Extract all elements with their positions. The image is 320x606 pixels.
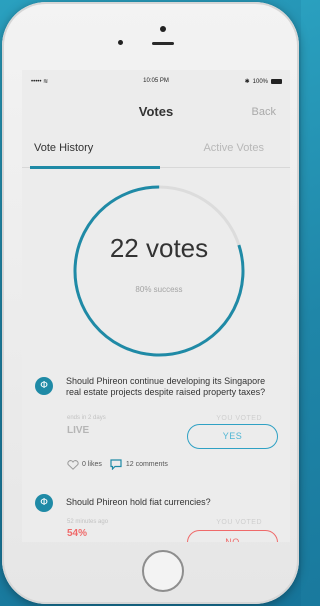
total-votes-label: 22 votes [109,233,209,263]
vote-status: LIVE [67,425,90,436]
tab-bar: Vote History Active Votes [22,132,290,169]
success-gauge [73,185,245,357]
vote-status: 54% [67,528,88,539]
gauge-progress-arc [73,185,245,357]
vote-social-row: 0 likes 12 comments [67,459,168,470]
vote-question: Should Phireon hold fiat currencies? [66,497,211,507]
navigation-bar: Votes Back [22,100,290,128]
success-rate-label: 80% success [135,285,183,294]
front-camera-dot [160,26,166,32]
home-button[interactable] [142,550,184,592]
battery-percent: 100% [252,78,268,85]
phireon-logo-icon: Φ [35,494,53,512]
vote-time: 52 minutes ago [67,519,109,525]
battery-status: ✱ 100% [245,78,282,85]
earpiece-speaker [152,42,174,45]
yes-vote-button[interactable]: YES [187,424,278,449]
phone-frame: ••••• ≋ 10:05 PM ✱ 100% Votes Back Vote … [2,2,299,604]
you-voted-label: YOU VOTED [216,519,262,526]
tab-selected-indicator [30,166,160,169]
vote-time: ends in 2 days [67,415,106,421]
comments-count: 12 comments [125,461,168,468]
you-voted-label: YOU VOTED [216,415,262,422]
battery-icon [271,79,282,84]
phireon-logo-icon: Φ [35,377,53,395]
vote-question: Should Phireon continue developing its S… [66,376,266,397]
app-screen: ••••• ≋ 10:05 PM ✱ 100% Votes Back Vote … [22,70,290,542]
tab-active-votes[interactable]: Active Votes [203,142,264,154]
heart-icon[interactable] [67,459,79,470]
page-title: Votes [138,104,174,119]
likes-count: 0 likes [82,461,102,468]
status-bar: ••••• ≋ 10:05 PM ✱ 100% [22,70,290,92]
back-button[interactable]: Back [252,106,276,118]
sensor-dot [118,40,123,45]
bluetooth-icon: ✱ [244,79,250,85]
tab-vote-history[interactable]: Vote History [34,142,93,154]
no-vote-button[interactable]: NO [187,530,278,542]
comment-icon[interactable] [110,459,122,470]
